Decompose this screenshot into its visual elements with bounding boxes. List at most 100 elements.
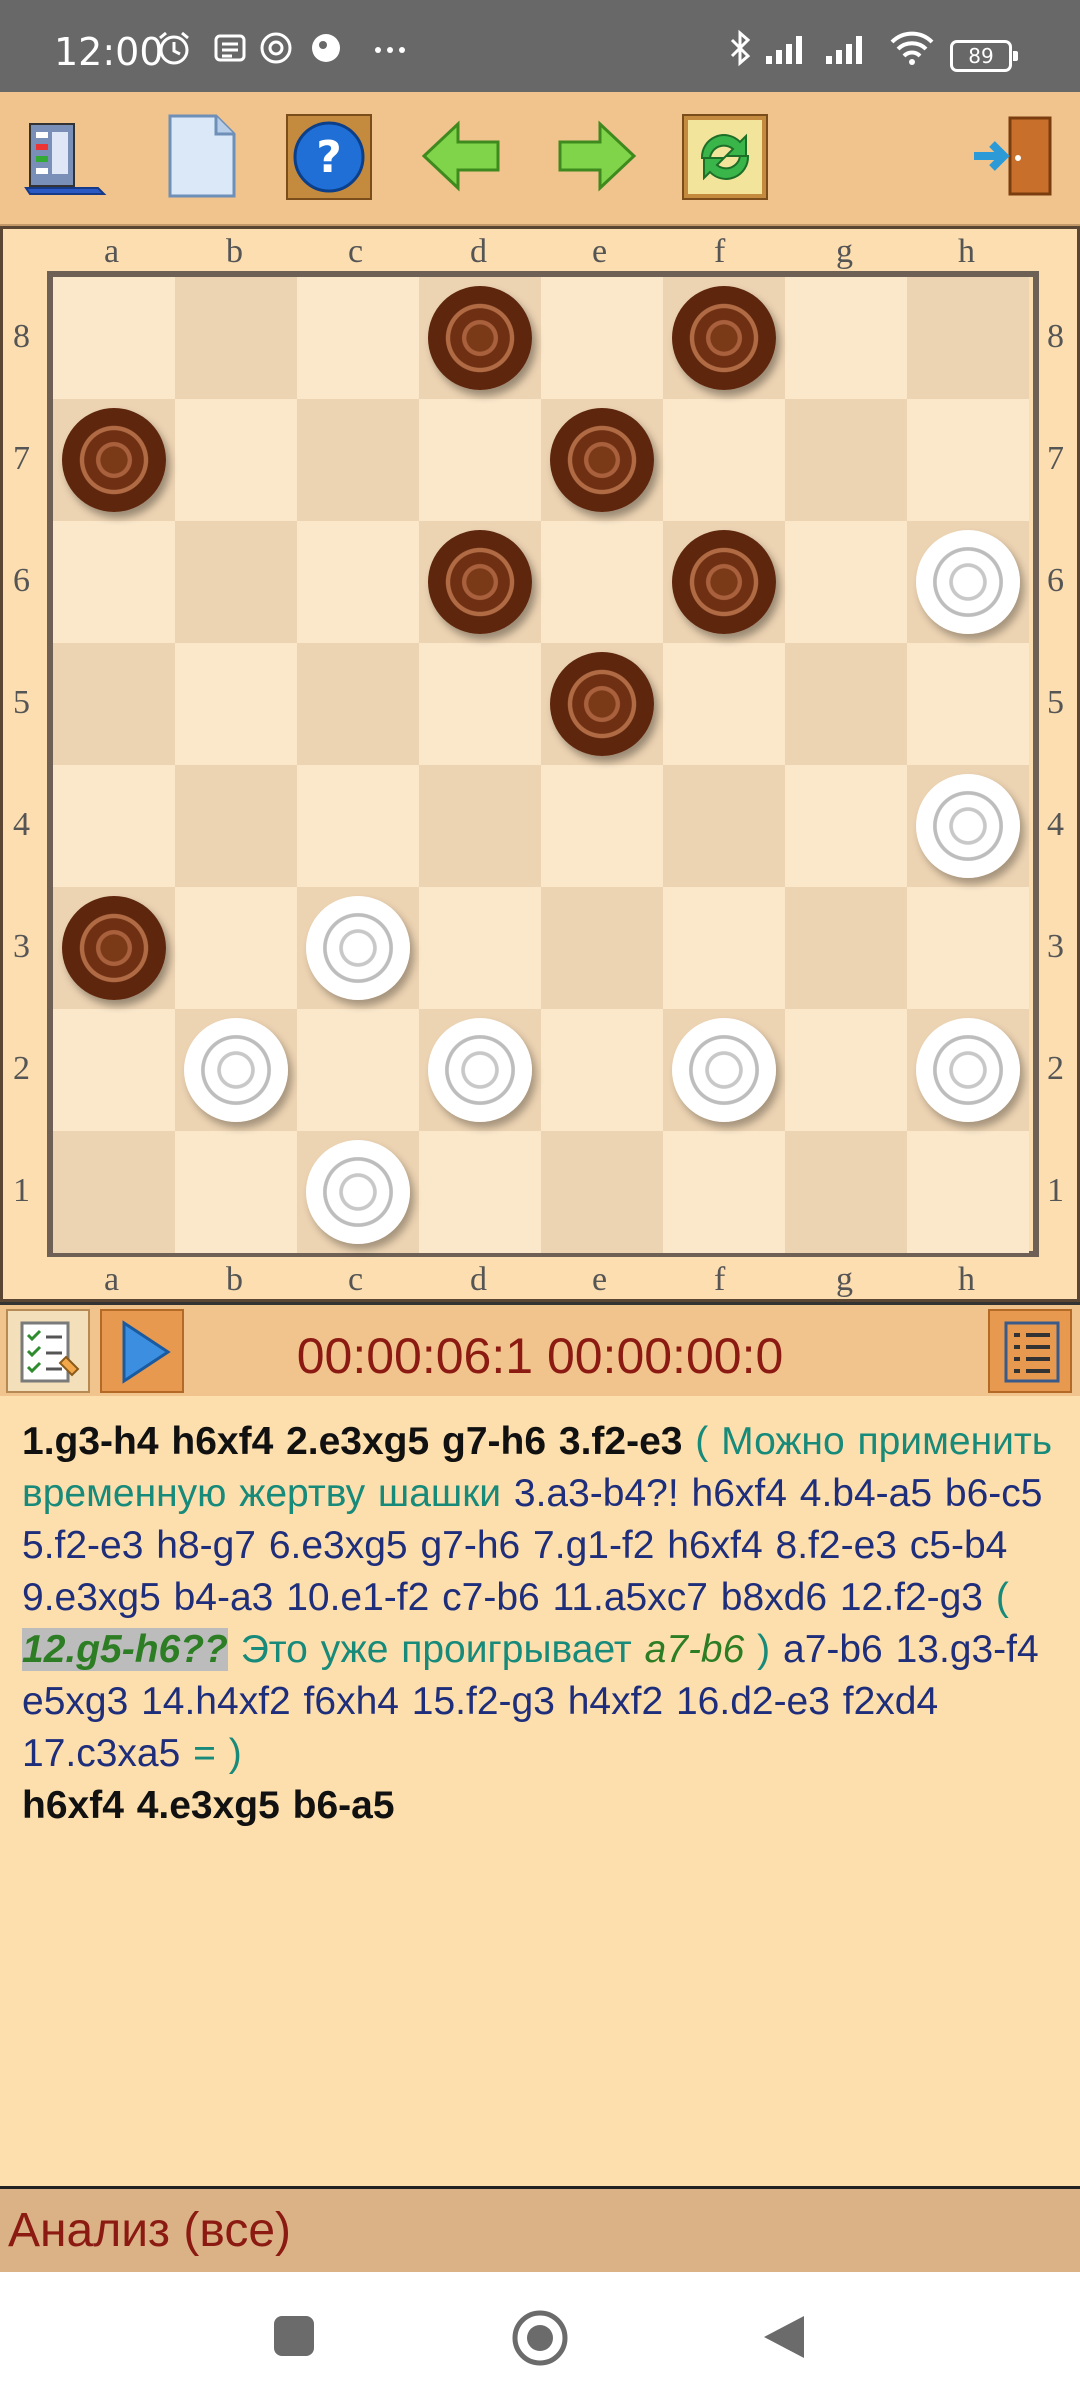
square-c6[interactable] xyxy=(297,521,419,643)
square-g5[interactable] xyxy=(785,643,907,765)
square-b6[interactable] xyxy=(175,521,297,643)
rank-label-8-right: 8 xyxy=(1047,318,1064,355)
sub-variation-close: ) xyxy=(757,1628,771,1671)
square-h7[interactable] xyxy=(907,399,1029,521)
checkers-board[interactable]: a a b b c c d d e e f f g g h h 8 8 7 7 6 6 5 5 4 4 3 3 2 2 1 1 xyxy=(0,226,1080,1302)
square-e4[interactable] xyxy=(541,765,663,887)
square-d1[interactable] xyxy=(419,1131,541,1253)
square-c8[interactable] xyxy=(297,277,419,399)
square-h5[interactable] xyxy=(907,643,1029,765)
white-piece-c3[interactable] xyxy=(306,896,410,1000)
file-label-f-bottom: f xyxy=(714,1261,726,1298)
square-d7[interactable] xyxy=(419,399,541,521)
square-a5[interactable] xyxy=(53,643,175,765)
system-nav-bar xyxy=(0,2272,1080,2400)
square-d3[interactable] xyxy=(419,887,541,1009)
white-piece-b2[interactable] xyxy=(184,1018,288,1122)
black-piece-d8[interactable] xyxy=(428,286,532,390)
square-g8[interactable] xyxy=(785,277,907,399)
white-piece-h4[interactable] xyxy=(916,774,1020,878)
file-label-c-bottom: c xyxy=(348,1261,364,1298)
square-a6[interactable] xyxy=(53,521,175,643)
square-c5[interactable] xyxy=(297,643,419,765)
white-piece-h6[interactable] xyxy=(916,530,1020,634)
square-c2[interactable] xyxy=(297,1009,419,1131)
main-line-end[interactable]: h6xf4 4.e3xg5 b6-a5 xyxy=(22,1784,395,1827)
home-circle-icon[interactable] xyxy=(510,2308,570,2368)
rank-label-7-right: 7 xyxy=(1047,440,1064,477)
square-d4[interactable] xyxy=(419,765,541,887)
status-bar: 12:00 89 xyxy=(0,0,1080,92)
flip-board-button[interactable] xyxy=(682,114,768,200)
square-g3[interactable] xyxy=(785,887,907,1009)
square-b4[interactable] xyxy=(175,765,297,887)
white-piece-c1[interactable] xyxy=(306,1140,410,1244)
square-g7[interactable] xyxy=(785,399,907,521)
white-piece-f2[interactable] xyxy=(672,1018,776,1122)
square-e3[interactable] xyxy=(541,887,663,1009)
square-e8[interactable] xyxy=(541,277,663,399)
back-arrow-icon[interactable] xyxy=(416,110,508,202)
black-piece-f6[interactable] xyxy=(672,530,776,634)
new-file-icon[interactable] xyxy=(156,110,248,202)
black-piece-f8[interactable] xyxy=(672,286,776,390)
rank-label-2-left: 2 xyxy=(13,1050,30,1087)
square-h1[interactable] xyxy=(907,1131,1029,1253)
black-piece-a7[interactable] xyxy=(62,408,166,512)
square-e6[interactable] xyxy=(541,521,663,643)
signal-icon-2 xyxy=(826,36,862,64)
black-piece-e7[interactable] xyxy=(550,408,654,512)
square-d5[interactable] xyxy=(419,643,541,765)
database-icon[interactable] xyxy=(20,110,112,202)
rank-label-4-right: 4 xyxy=(1047,806,1064,843)
black-piece-a3[interactable] xyxy=(62,896,166,1000)
square-e2[interactable] xyxy=(541,1009,663,1131)
square-e1[interactable] xyxy=(541,1131,663,1253)
rank-label-6-left: 6 xyxy=(13,562,30,599)
help-button[interactable]: ? xyxy=(286,114,372,200)
black-piece-d6[interactable] xyxy=(428,530,532,634)
square-b5[interactable] xyxy=(175,643,297,765)
analysis-bar[interactable]: Анализ (все) xyxy=(0,2186,1080,2276)
square-f5[interactable] xyxy=(663,643,785,765)
comment-text-2: Это уже проигрывает xyxy=(240,1628,632,1671)
recents-square-icon[interactable] xyxy=(272,2314,316,2358)
notation-list-button[interactable] xyxy=(988,1309,1072,1393)
square-b3[interactable] xyxy=(175,887,297,1009)
back-triangle-icon[interactable] xyxy=(760,2312,808,2362)
square-a2[interactable] xyxy=(53,1009,175,1131)
flip-board-icon xyxy=(688,120,762,194)
square-g2[interactable] xyxy=(785,1009,907,1131)
alternative-move[interactable]: a7-b6 xyxy=(645,1628,745,1671)
square-c4[interactable] xyxy=(297,765,419,887)
file-label-a-bottom: a xyxy=(104,1261,120,1298)
exit-door-icon[interactable] xyxy=(970,110,1062,202)
square-f4[interactable] xyxy=(663,765,785,887)
move-notation[interactable]: 1.g3-h4 h6xf4 2.e3xg5 g7-h6 3.f2-e3 ( Мо… xyxy=(0,1396,1080,2186)
forward-arrow-icon[interactable] xyxy=(550,110,642,202)
square-a8[interactable] xyxy=(53,277,175,399)
square-b8[interactable] xyxy=(175,277,297,399)
white-piece-d2[interactable] xyxy=(428,1018,532,1122)
square-a4[interactable] xyxy=(53,765,175,887)
square-g1[interactable] xyxy=(785,1131,907,1253)
black-piece-e5[interactable] xyxy=(550,652,654,756)
square-c7[interactable] xyxy=(297,399,419,521)
square-h8[interactable] xyxy=(907,277,1029,399)
square-a1[interactable] xyxy=(53,1131,175,1253)
square-h3[interactable] xyxy=(907,887,1029,1009)
square-b7[interactable] xyxy=(175,399,297,521)
square-f7[interactable] xyxy=(663,399,785,521)
board-frame xyxy=(47,271,1039,1257)
square-g6[interactable] xyxy=(785,521,907,643)
sub-variation-open: ( xyxy=(995,1576,1009,1619)
white-piece-h2[interactable] xyxy=(916,1018,1020,1122)
current-move[interactable]: 12.g5-h6?? xyxy=(22,1628,228,1671)
square-b1[interactable] xyxy=(175,1131,297,1253)
main-line-start[interactable]: 1.g3-h4 h6xf4 2.e3xg5 g7-h6 3.f2-e3 xyxy=(22,1420,682,1463)
square-f1[interactable] xyxy=(663,1131,785,1253)
rank-label-3-left: 3 xyxy=(13,928,30,965)
square-f3[interactable] xyxy=(663,887,785,1009)
rank-label-1-right: 1 xyxy=(1047,1172,1064,1209)
square-g4[interactable] xyxy=(785,765,907,887)
